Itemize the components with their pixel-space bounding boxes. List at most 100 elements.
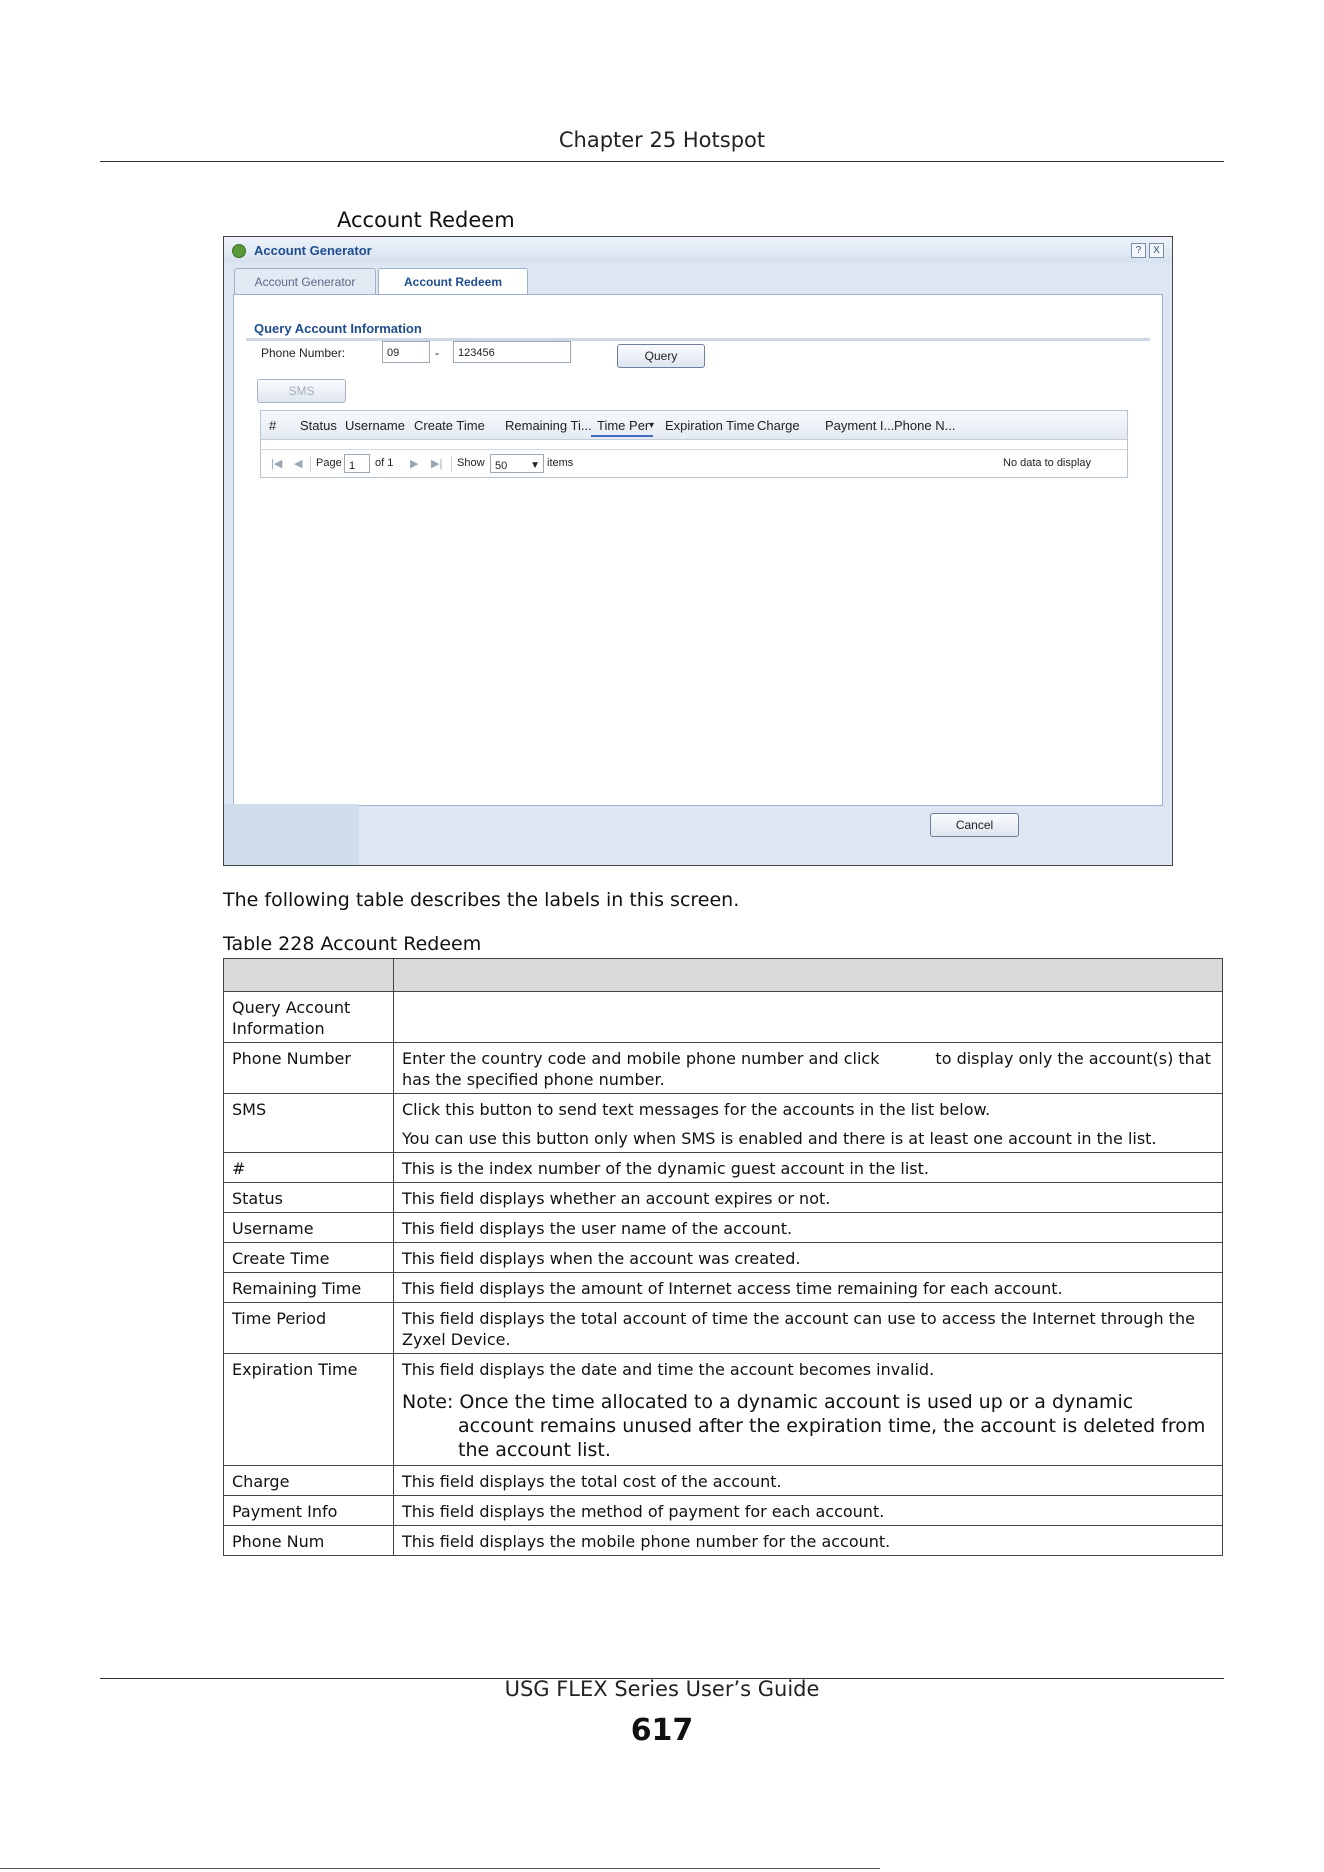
page-label: Page xyxy=(316,457,342,469)
table-row: Charge This field displays the total cos… xyxy=(223,1465,1223,1496)
row-description: This field displays whether an account e… xyxy=(393,1182,1223,1213)
first-page-icon[interactable]: |◀ xyxy=(271,457,282,470)
phone-dash: - xyxy=(435,346,439,360)
sorted-column-indicator xyxy=(591,435,653,437)
page-count: of 1 xyxy=(375,457,394,469)
table-row: Time Period This field displays the tota… xyxy=(223,1302,1223,1354)
pager: |◀ ◀ Page 1 of 1 ▶ ▶| Show 50 ▼ items No… xyxy=(261,449,1127,478)
bottom-bar-left xyxy=(224,804,359,865)
phone-number-label: Phone Number: xyxy=(261,346,346,360)
table-row: SMS Click this button to send text messa… xyxy=(223,1093,1223,1153)
row-description-line: This field displays the date and time th… xyxy=(402,1360,935,1379)
header-cell-label xyxy=(223,958,394,992)
row-description: This field displays the user name of the… xyxy=(393,1212,1223,1243)
column-create-time[interactable]: Create Time xyxy=(414,418,485,433)
column-time-period[interactable]: Time Per xyxy=(597,418,649,433)
close-icon[interactable]: X xyxy=(1149,243,1164,258)
column-charge[interactable]: Charge xyxy=(757,418,800,433)
items-label: items xyxy=(547,457,574,469)
table-row: # This is the index number of the dynami… xyxy=(223,1152,1223,1183)
country-code-input[interactable]: 09 xyxy=(382,341,430,363)
table-row: Payment Info This field displays the met… xyxy=(223,1495,1223,1526)
section-title: Query Account Information xyxy=(254,321,422,336)
column-status[interactable]: Status xyxy=(300,418,337,433)
window-title: Account Generator xyxy=(254,243,372,258)
page-number-input[interactable]: 1 xyxy=(344,454,370,473)
sort-arrow-icon[interactable]: ▾ xyxy=(649,420,654,431)
table-row: Phone Number Enter the country code and … xyxy=(223,1042,1223,1094)
column-remaining-time[interactable]: Remaining Ti... xyxy=(505,418,592,433)
redeem-panel: Query Account Information Phone Number: … xyxy=(233,294,1163,806)
row-label: # xyxy=(223,1152,394,1183)
phone-number-input[interactable]: 123456 xyxy=(453,341,571,363)
row-label: Time Period xyxy=(223,1302,394,1354)
table-row: Query Account Information xyxy=(223,991,1223,1043)
prev-page-icon[interactable]: ◀ xyxy=(294,457,302,470)
column-payment-info[interactable]: Payment I... xyxy=(825,418,894,433)
table-row: Status This field displays whether an ac… xyxy=(223,1182,1223,1213)
table-row: Phone Num This field displays the mobile… xyxy=(223,1525,1223,1556)
row-description: This field displays the method of paymen… xyxy=(393,1495,1223,1526)
intro-text: The following table describes the labels… xyxy=(223,889,740,911)
row-description: This field displays the total cost of th… xyxy=(393,1465,1223,1496)
pager-separator xyxy=(310,456,311,472)
row-label: Phone Num xyxy=(223,1525,394,1556)
row-label: Expiration Time xyxy=(223,1353,394,1466)
row-description: Click this button to send text messages … xyxy=(393,1093,1223,1153)
row-description: This is the index number of the dynamic … xyxy=(393,1152,1223,1183)
table-row: Username This field displays the user na… xyxy=(223,1212,1223,1243)
sms-button[interactable]: SMS xyxy=(257,379,346,403)
row-description: This field displays when the account was… xyxy=(393,1242,1223,1273)
row-label: Charge xyxy=(223,1465,394,1496)
row-description: This field displays the date and time th… xyxy=(393,1353,1223,1466)
page-bottom-rule xyxy=(0,1868,880,1869)
row-description: This field displays the mobile phone num… xyxy=(393,1525,1223,1556)
row-label: Remaining Time xyxy=(223,1272,394,1303)
header-cell-description xyxy=(393,958,1223,992)
query-button[interactable]: Query xyxy=(617,344,705,368)
column-username[interactable]: Username xyxy=(345,418,405,433)
row-description: Enter the country code and mobile phone … xyxy=(393,1042,1223,1094)
show-label: Show xyxy=(457,457,485,469)
row-label: Phone Number xyxy=(223,1042,394,1094)
row-label: Query Account Information xyxy=(223,991,394,1043)
cancel-button[interactable]: Cancel xyxy=(930,813,1019,837)
description-table: Query Account Information Phone Number E… xyxy=(223,958,1223,1556)
window-title-bar: Account Generator ? X xyxy=(224,237,1172,263)
row-label: Status xyxy=(223,1182,394,1213)
table-caption: Table 228 Account Redeem xyxy=(223,933,482,955)
figure-caption: Account Redeem xyxy=(337,208,515,232)
next-page-icon[interactable]: ▶ xyxy=(410,457,418,470)
app-icon xyxy=(232,244,246,258)
row-description: This field displays the total account of… xyxy=(393,1302,1223,1354)
page-number: 617 xyxy=(630,1713,694,1748)
tab-account-generator[interactable]: Account Generator xyxy=(234,268,376,295)
chapter-header: Chapter 25 Hotspot xyxy=(558,128,766,152)
column-phone-number[interactable]: Phone N... xyxy=(894,418,955,433)
row-description-line: Click this button to send text messages … xyxy=(402,1100,991,1119)
table-row: Create Time This field displays when the… xyxy=(223,1242,1223,1273)
note-text: Note: Once the time allocated to a dynam… xyxy=(402,1391,1206,1461)
table-header-row xyxy=(223,958,1223,992)
tab-account-redeem[interactable]: Account Redeem xyxy=(378,268,528,296)
accounts-grid: # Status Username Create Time Remaining … xyxy=(260,410,1128,478)
pager-separator xyxy=(451,456,452,472)
guide-title: USG FLEX Series User’s Guide xyxy=(504,1677,820,1701)
last-page-icon[interactable]: ▶| xyxy=(431,457,442,470)
column-index[interactable]: # xyxy=(269,418,276,433)
page-size-select[interactable]: 50 ▼ xyxy=(490,454,544,473)
table-row: Remaining Time This field displays the a… xyxy=(223,1272,1223,1303)
row-label: Username xyxy=(223,1212,394,1243)
row-label: Create Time xyxy=(223,1242,394,1273)
row-description xyxy=(393,991,1223,1043)
help-icon[interactable]: ? xyxy=(1131,243,1146,258)
chevron-down-icon: ▼ xyxy=(530,460,540,471)
grid-header: # Status Username Create Time Remaining … xyxy=(261,411,1127,440)
row-description-line: You can use this button only when SMS is… xyxy=(402,1129,1157,1148)
page-size-value: 50 xyxy=(495,460,508,472)
column-expiration-time[interactable]: Expiration Time xyxy=(665,418,755,433)
row-label: Payment Info xyxy=(223,1495,394,1526)
header-rule xyxy=(100,161,1224,162)
account-generator-window: Account Generator ? X Account Generator … xyxy=(223,236,1173,866)
empty-message: No data to display xyxy=(1003,457,1092,469)
